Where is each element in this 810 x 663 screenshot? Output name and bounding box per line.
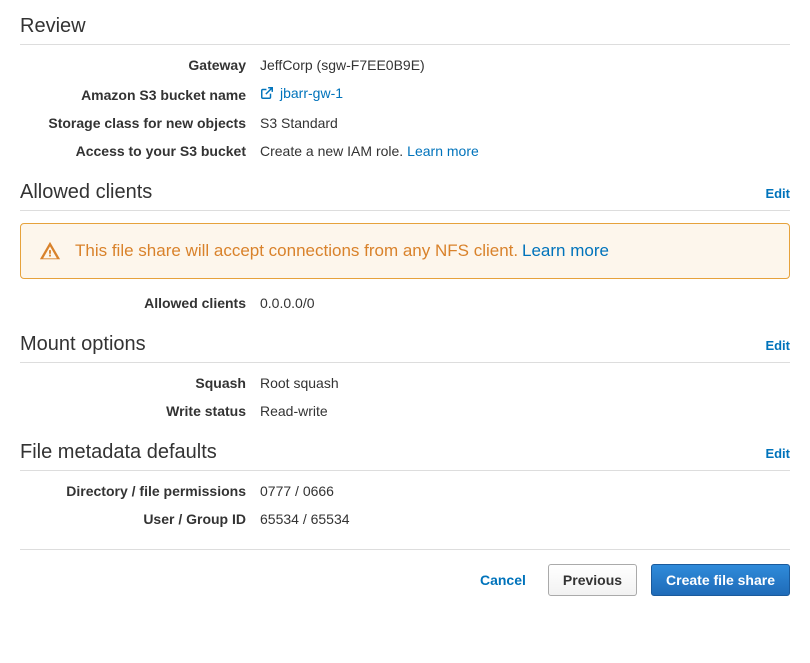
row-write-status: Write status Read-write [20, 403, 790, 419]
edit-mount-options[interactable]: Edit [765, 338, 790, 353]
footer: Cancel Previous Create file share [20, 549, 790, 596]
access-text: Create a new IAM role. [260, 143, 403, 159]
value-permissions: 0777 / 0666 [260, 483, 790, 499]
row-gateway: Gateway JeffCorp (sgw-F7EE0B9E) [20, 57, 790, 73]
edit-file-metadata[interactable]: Edit [765, 446, 790, 461]
label-storage-class: Storage class for new objects [20, 115, 260, 131]
label-allowed-clients: Allowed clients [20, 295, 260, 311]
section-header-mount-options: Mount options Edit [20, 333, 790, 363]
alert-text: This file share will accept connections … [75, 241, 518, 260]
row-bucket: Amazon S3 bucket name jbarr-gw-1 [20, 85, 790, 103]
label-write-status: Write status [20, 403, 260, 419]
section-title-review: Review [20, 15, 790, 45]
value-access: Create a new IAM role. Learn more [260, 143, 790, 159]
label-gateway: Gateway [20, 57, 260, 73]
previous-button[interactable]: Previous [548, 564, 637, 596]
label-squash: Squash [20, 375, 260, 391]
value-allowed-clients: 0.0.0.0/0 [260, 295, 790, 311]
row-access: Access to your S3 bucket Create a new IA… [20, 143, 790, 159]
edit-allowed-clients[interactable]: Edit [765, 186, 790, 201]
value-bucket: jbarr-gw-1 [260, 85, 790, 101]
section-title-allowed-clients: Allowed clients [20, 181, 152, 204]
warning-icon [39, 240, 61, 262]
value-gateway: JeffCorp (sgw-F7EE0B9E) [260, 57, 790, 73]
label-permissions: Directory / file permissions [20, 483, 260, 499]
row-squash: Squash Root squash [20, 375, 790, 391]
create-file-share-button[interactable]: Create file share [651, 564, 790, 596]
value-squash: Root squash [260, 375, 790, 391]
label-user-group: User / Group ID [20, 511, 260, 527]
section-header-file-metadata: File metadata defaults Edit [20, 441, 790, 471]
label-access: Access to your S3 bucket [20, 143, 260, 159]
section-title-file-metadata: File metadata defaults [20, 441, 217, 464]
row-permissions: Directory / file permissions 0777 / 0666 [20, 483, 790, 499]
row-user-group: User / Group ID 65534 / 65534 [20, 511, 790, 527]
value-user-group: 65534 / 65534 [260, 511, 790, 527]
section-header-allowed-clients: Allowed clients Edit [20, 181, 790, 211]
row-storage-class: Storage class for new objects S3 Standar… [20, 115, 790, 131]
warning-alert: This file share will accept connections … [20, 223, 790, 279]
bucket-link[interactable]: jbarr-gw-1 [280, 85, 343, 101]
alert-learn-more-link[interactable]: Learn more [522, 241, 609, 260]
external-link-icon [260, 86, 274, 100]
cancel-button[interactable]: Cancel [472, 565, 534, 595]
value-write-status: Read-write [260, 403, 790, 419]
label-bucket: Amazon S3 bucket name [20, 87, 260, 103]
value-storage-class: S3 Standard [260, 115, 790, 131]
access-learn-more-link[interactable]: Learn more [407, 143, 479, 159]
section-title-mount-options: Mount options [20, 333, 146, 356]
row-allowed-clients: Allowed clients 0.0.0.0/0 [20, 295, 790, 311]
